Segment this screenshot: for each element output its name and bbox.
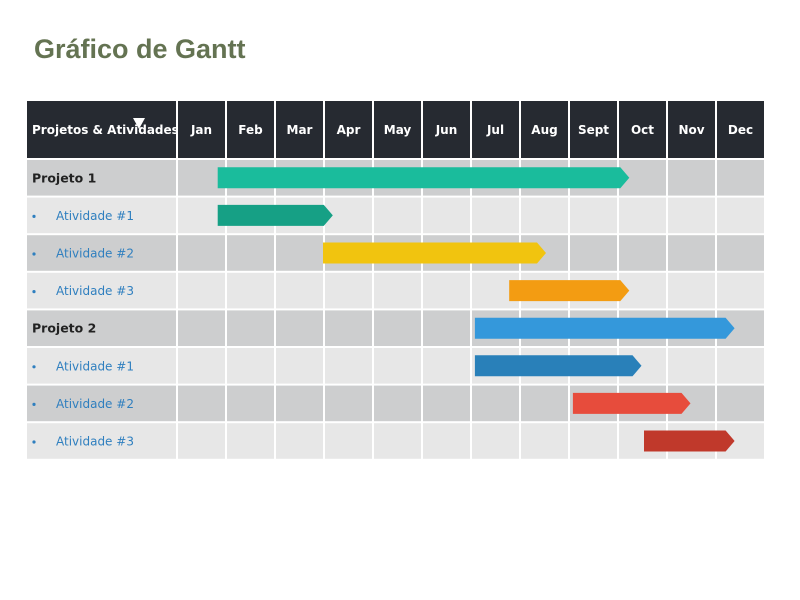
grid-cell	[276, 272, 323, 309]
grid-cell	[227, 235, 274, 271]
grid-cell	[325, 385, 372, 422]
grid-cell	[668, 348, 715, 384]
grid-cell	[374, 197, 421, 234]
header-divider	[176, 101, 178, 158]
month-label-jun: Jun	[435, 123, 458, 137]
grid-cell	[619, 197, 666, 234]
bullet-icon	[32, 440, 36, 444]
grid-cell	[178, 348, 225, 384]
grid-cell	[325, 348, 372, 384]
activity-bar[interactable]	[323, 242, 546, 264]
grid-cell	[423, 272, 470, 309]
activity-bar[interactable]	[509, 280, 630, 302]
grid-cell	[668, 160, 715, 196]
month-label-mar: Mar	[287, 123, 313, 137]
grid-cell	[423, 310, 470, 346]
grid-cell	[276, 348, 323, 384]
project-label: Projeto 1	[32, 170, 96, 185]
grid-cell	[472, 385, 519, 422]
grid-cell	[178, 310, 225, 346]
activity-bar[interactable]	[644, 430, 735, 452]
month-label-apr: Apr	[337, 123, 361, 137]
month-label-dec: Dec	[728, 123, 753, 137]
grid-cell	[325, 272, 372, 309]
grid-cell	[276, 235, 323, 271]
grid-cell	[668, 235, 715, 271]
activity-bar[interactable]	[217, 204, 333, 226]
grid-cell	[374, 348, 421, 384]
grid-cell	[717, 385, 764, 422]
grid-cell	[717, 348, 764, 384]
grid-cell	[423, 385, 470, 422]
grid-cell	[178, 423, 225, 459]
grid-cell	[570, 235, 617, 271]
activity-label: Atividade #3	[56, 435, 134, 449]
month-label-may: May	[384, 123, 412, 137]
month-label-aug: Aug	[531, 123, 557, 137]
grid-cell	[717, 160, 764, 196]
grid-cell	[227, 310, 274, 346]
grid-cell	[668, 272, 715, 309]
grid-cell	[227, 385, 274, 422]
bullet-icon	[32, 290, 36, 294]
project-label: Projeto 2	[32, 321, 96, 336]
activity-label: Atividade #2	[56, 397, 134, 411]
grid-cell	[227, 272, 274, 309]
grid-cell	[325, 310, 372, 346]
bullet-icon	[32, 252, 36, 256]
grid-cell	[276, 385, 323, 422]
grid-cell	[325, 423, 372, 459]
bullet-icon	[32, 365, 36, 369]
grid-cell	[374, 385, 421, 422]
bullet-icon	[32, 214, 36, 218]
grid-cell	[374, 423, 421, 459]
grid-cell	[178, 385, 225, 422]
header-label: Projetos & Atividades	[32, 123, 179, 137]
activity-label: Atividade #3	[56, 284, 134, 298]
grid-cell	[717, 272, 764, 309]
month-label-feb: Feb	[238, 123, 263, 137]
grid-cell	[521, 197, 568, 234]
grid-cell	[570, 423, 617, 459]
activity-label: Atividade #1	[56, 359, 134, 373]
month-label-oct: Oct	[631, 123, 654, 137]
bullet-icon	[32, 402, 36, 406]
activity-bar[interactable]	[474, 355, 642, 377]
month-label-jan: Jan	[190, 123, 212, 137]
grid-cell	[717, 235, 764, 271]
grid-cell	[619, 235, 666, 271]
grid-cell	[668, 197, 715, 234]
grid-cell	[178, 235, 225, 271]
grid-cell	[717, 197, 764, 234]
month-label-jul: Jul	[486, 123, 504, 137]
grid-cell	[227, 423, 274, 459]
grid-cell	[423, 348, 470, 384]
activity-bar[interactable]	[572, 392, 691, 414]
grid-cell	[472, 197, 519, 234]
activity-label: Atividade #1	[56, 209, 134, 223]
month-label-sept: Sept	[578, 123, 609, 137]
month-label-nov: Nov	[678, 123, 704, 137]
grid-cell	[521, 423, 568, 459]
grid-cell	[276, 423, 323, 459]
activity-label: Atividade #2	[56, 247, 134, 261]
gantt-chart: Projetos & Atividades Jan Feb Mar Apr May Jun J…	[27, 101, 764, 459]
project-bar[interactable]	[474, 317, 735, 339]
grid-cell	[521, 385, 568, 422]
grid-cell	[423, 423, 470, 459]
grid-cell	[276, 310, 323, 346]
grid-cell	[374, 310, 421, 346]
grid-cell	[472, 423, 519, 459]
grid-cell	[374, 272, 421, 309]
grid-cell	[178, 272, 225, 309]
grid-cell	[570, 197, 617, 234]
project-bar[interactable]	[217, 167, 630, 189]
grid-cell	[423, 197, 470, 234]
grid-cell	[227, 348, 274, 384]
